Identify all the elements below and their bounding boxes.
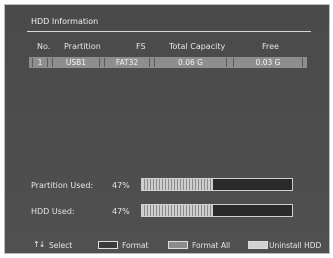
cell-total-capacity: 0.06 G	[154, 58, 227, 67]
hdd-used-bar	[141, 204, 293, 217]
col-header-partition: Prartition	[64, 42, 101, 51]
hdd-info-screen: HDD Information No. Prartition FS Total …	[4, 4, 330, 254]
table-row[interactable]: 1 USB1 FAT32 0.06 G 0.03 G	[29, 57, 307, 68]
partition-used-label: Prartition Used:	[31, 181, 94, 190]
hdd-used-fill	[142, 205, 213, 216]
uninstall-hdd-action[interactable]: Uninstall HDD	[269, 241, 321, 251]
format-color-key	[98, 241, 118, 249]
uninstall-color-key	[248, 241, 268, 249]
col-header-free: Free	[262, 42, 279, 51]
format-all-action[interactable]: Format All	[192, 241, 230, 251]
col-header-fs: FS	[136, 42, 146, 51]
cell-no: 1	[32, 58, 48, 67]
format-action[interactable]: Format	[122, 241, 148, 251]
hdd-used-label: HDD Used:	[31, 207, 75, 216]
title-divider	[27, 31, 311, 32]
col-header-no: No.	[37, 42, 51, 51]
select-hint: Select	[49, 241, 73, 250]
up-down-arrows-icon: ↑↓	[33, 240, 45, 249]
col-header-total-capacity: Total Capacity	[169, 42, 226, 51]
hdd-used-percent: 47%	[112, 207, 130, 216]
cell-partition: USB1	[52, 58, 100, 67]
cell-fs: FAT32	[104, 58, 150, 67]
partition-used-fill	[142, 179, 213, 190]
partition-used-bar	[141, 178, 293, 191]
cell-free: 0.03 G	[233, 58, 303, 67]
screen-title: HDD Information	[31, 17, 99, 26]
partition-used-percent: 47%	[112, 181, 130, 190]
format-all-color-key	[168, 241, 188, 249]
